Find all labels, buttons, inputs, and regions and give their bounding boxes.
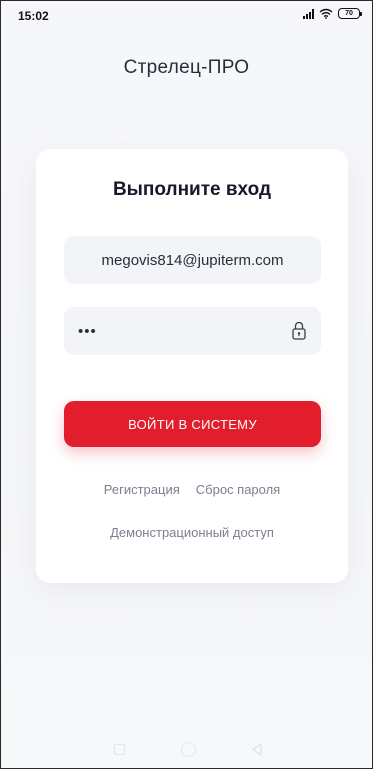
email-field[interactable]: [64, 236, 321, 284]
status-time: 15:02: [18, 9, 49, 23]
status-bar: 15:02 70: [1, 1, 372, 29]
password-field[interactable]: [64, 307, 321, 355]
signal-icon: [303, 8, 314, 19]
status-icons: 70: [303, 8, 362, 19]
lock-icon[interactable]: [292, 321, 306, 340]
recent-apps-icon[interactable]: [114, 744, 125, 755]
login-card: Выполните вход ВОЙТИ В СИСТЕМУ Регистрац…: [36, 149, 348, 583]
reset-password-link[interactable]: Сброс пароля: [196, 482, 280, 497]
home-icon[interactable]: [181, 742, 196, 757]
email-field-container: [64, 236, 321, 284]
app-title: Стрелец-ПРО: [123, 57, 250, 78]
login-button[interactable]: ВОЙТИ В СИСТЕМУ: [64, 401, 321, 447]
login-screen: 15:02 70 Стрелец-ПРО Выполните вход mego…: [0, 0, 373, 769]
wifi-icon: [319, 8, 333, 19]
demo-access-link[interactable]: Демонстрационный доступ: [36, 525, 348, 540]
battery-icon: 70: [338, 8, 362, 19]
system-nav-bar: [1, 732, 372, 768]
back-icon[interactable]: [251, 743, 263, 756]
login-title: Выполните вход: [112, 179, 272, 200]
password-field-container: [64, 307, 321, 355]
auth-links: Регистрация Сброс пароля: [36, 482, 348, 497]
register-link[interactable]: Регистрация: [104, 482, 180, 497]
